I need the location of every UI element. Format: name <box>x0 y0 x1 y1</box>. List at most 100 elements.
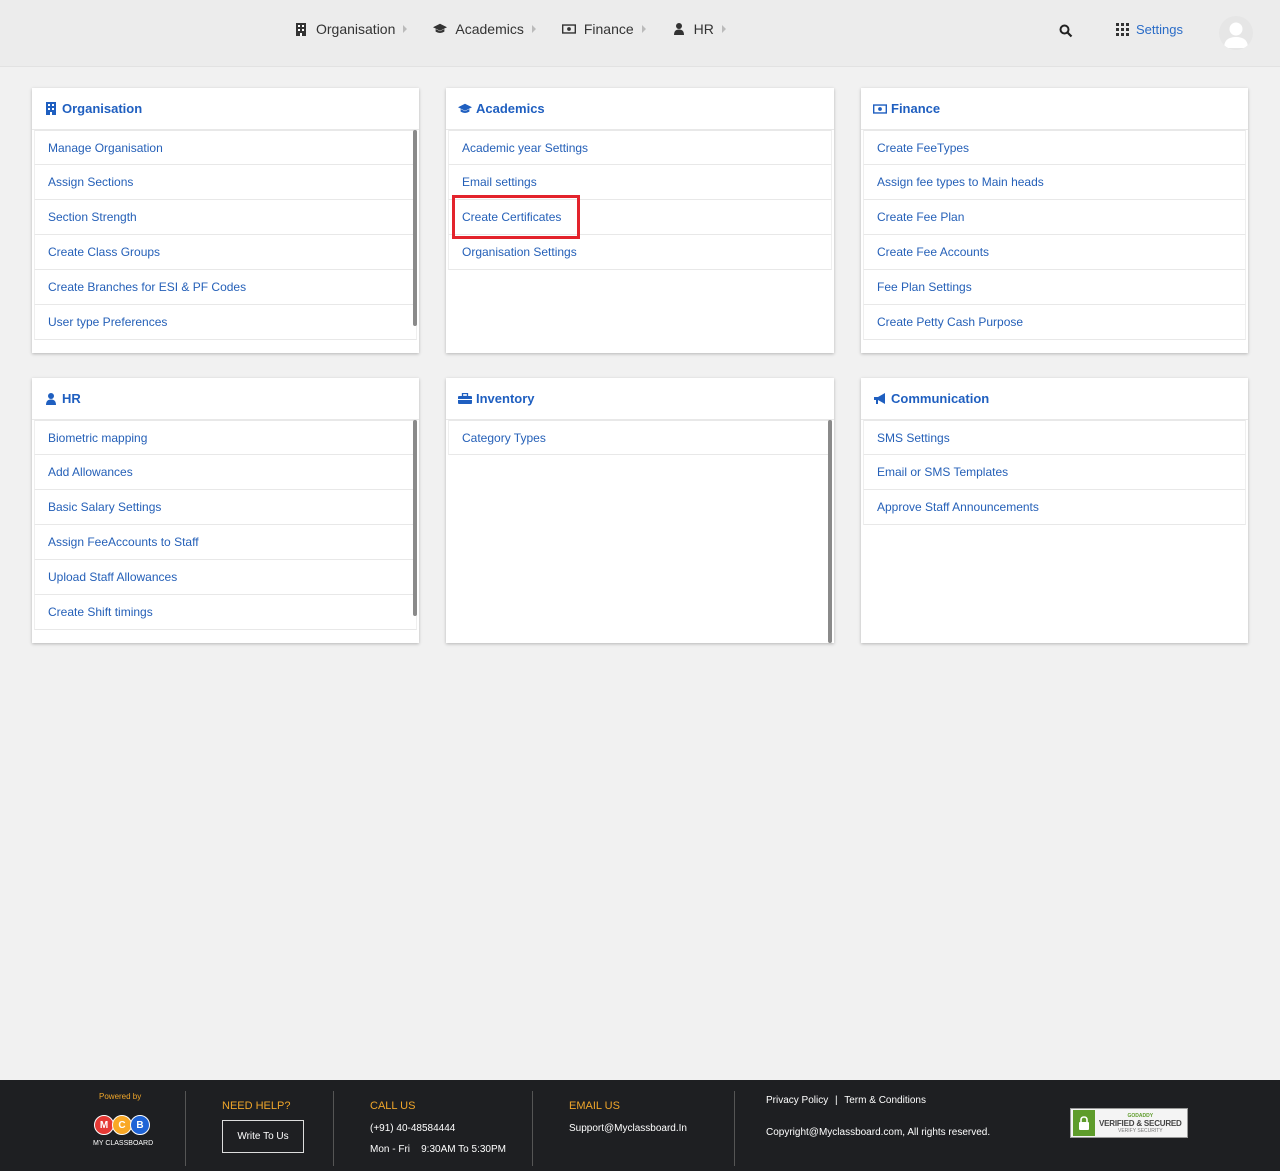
link-approve-staff-announcements[interactable]: Approve Staff Announcements <box>863 490 1246 525</box>
caret-right-icon <box>403 25 408 33</box>
link-add-allowances[interactable]: Add Allowances <box>34 455 417 490</box>
card-title: Finance <box>891 101 941 116</box>
caret-right-icon <box>531 25 536 33</box>
powered-by-label: Powered by <box>99 1092 142 1101</box>
card-organisation: Organisation Manage Organisation Assign … <box>32 88 419 353</box>
logo-letter: C <box>112 1115 132 1135</box>
nav-hr-label: HR <box>693 21 714 37</box>
card-title: Inventory <box>476 391 535 406</box>
link-create-certificates[interactable]: Create Certificates <box>448 200 832 235</box>
nav-finance-label: Finance <box>583 21 634 37</box>
badge-line-2: VERIFIED & SECURED <box>1099 1118 1182 1128</box>
link-assign-feeaccounts-to-staff[interactable]: Assign FeeAccounts to Staff <box>34 525 417 560</box>
link-fee-plan-settings[interactable]: Fee Plan Settings <box>863 270 1246 305</box>
link-section-strength[interactable]: Section Strength <box>34 200 417 235</box>
card-title: Communication <box>891 391 990 406</box>
mcb-logo: M C B <box>94 1115 150 1135</box>
card-organisation-body: Manage Organisation Assign Sections Sect… <box>32 130 419 353</box>
link-basic-salary-settings[interactable]: Basic Salary Settings <box>34 490 417 525</box>
scrollbar[interactable] <box>828 420 832 643</box>
card-hr-body: Biometric mapping Add Allowances Basic S… <box>32 420 419 643</box>
card-title: Organisation <box>62 101 143 116</box>
card-inventory-header: Inventory <box>446 378 834 420</box>
avatar[interactable] <box>1219 16 1253 50</box>
link-create-branches[interactable]: Create Branches for ESI & PF Codes <box>34 270 417 305</box>
graduation-cap-icon <box>458 102 472 116</box>
building-icon <box>294 22 308 36</box>
footer-links: Privacy Policy | Term & Conditions <box>766 1095 926 1106</box>
nav-organisation-label: Organisation <box>316 21 396 37</box>
top-bar: Organisation Academics Finance HR Settin… <box>0 0 1280 67</box>
link-sms-settings[interactable]: SMS Settings <box>863 420 1246 455</box>
write-to-us-button[interactable]: Write To Us <box>222 1120 304 1153</box>
card-communication: Communication SMS Settings Email or SMS … <box>861 378 1248 643</box>
user-icon <box>672 22 686 36</box>
support-email-link[interactable]: Support@Myclassboard.In <box>569 1123 687 1134</box>
link-create-petty-cash-purpose[interactable]: Create Petty Cash Purpose <box>863 305 1246 340</box>
divider <box>532 1091 533 1166</box>
nav-academics[interactable]: Academics <box>429 0 536 58</box>
settings-label: Settings <box>1136 22 1183 37</box>
briefcase-icon <box>458 392 472 406</box>
card-hr: HR Biometric mapping Add Allowances Basi… <box>32 378 419 643</box>
badge-line-3: VERIFY SECURITY <box>1118 1127 1163 1134</box>
card-organisation-header: Organisation <box>32 88 419 130</box>
link-upload-staff-allowances[interactable]: Upload Staff Allowances <box>34 560 417 595</box>
nav-finance[interactable]: Finance <box>558 0 646 58</box>
need-help-heading: NEED HELP? <box>222 1100 291 1112</box>
email-us-heading: EMAIL US <box>569 1100 620 1112</box>
link-organisation-settings[interactable]: Organisation Settings <box>448 235 832 270</box>
link-biometric-mapping[interactable]: Biometric mapping <box>34 420 417 455</box>
building-icon <box>44 102 58 116</box>
logo-letter: B <box>130 1115 150 1135</box>
link-create-feetypes[interactable]: Create FeeTypes <box>863 130 1246 165</box>
link-manage-organisation[interactable]: Manage Organisation <box>34 130 417 165</box>
link-user-type-preferences[interactable]: User type Preferences <box>34 305 417 340</box>
card-inventory: Inventory Category Types <box>446 378 834 643</box>
footer: Powered by M C B MY CLASSBOARD NEED HELP… <box>0 1080 1280 1171</box>
nav-organisation[interactable]: Organisation <box>290 0 408 58</box>
card-communication-header: Communication <box>861 378 1248 420</box>
card-communication-body: SMS Settings Email or SMS Templates Appr… <box>861 420 1248 643</box>
card-finance-body: Create FeeTypes Assign fee types to Main… <box>861 130 1248 353</box>
card-finance: Finance Create FeeTypes Assign fee types… <box>861 88 1248 353</box>
lock-icon <box>1073 1110 1095 1136</box>
logo-letter: M <box>94 1115 114 1135</box>
link-academic-year-settings[interactable]: Academic year Settings <box>448 130 832 165</box>
card-hr-header: HR <box>32 378 419 420</box>
top-nav: Organisation Academics Finance HR <box>290 0 748 60</box>
link-assign-fee-types[interactable]: Assign fee types to Main heads <box>863 165 1246 200</box>
card-academics-body: Academic year Settings Email settings Cr… <box>446 130 834 353</box>
bullhorn-icon <box>873 392 887 406</box>
office-hours: Mon - Fri 9:30AM To 5:30PM <box>370 1144 506 1155</box>
user-icon <box>44 392 58 406</box>
link-email-settings[interactable]: Email settings <box>448 165 832 200</box>
privacy-policy-link[interactable]: Privacy Policy <box>766 1095 828 1106</box>
scrollbar[interactable] <box>413 420 417 616</box>
search-icon[interactable] <box>1059 24 1075 40</box>
link-create-fee-accounts[interactable]: Create Fee Accounts <box>863 235 1246 270</box>
link-create-fee-plan[interactable]: Create Fee Plan <box>863 200 1246 235</box>
card-title: Academics <box>476 101 545 116</box>
godaddy-security-badge[interactable]: GODADDY VERIFIED & SECURED VERIFY SECURI… <box>1070 1108 1188 1138</box>
nav-academics-label: Academics <box>455 21 524 37</box>
card-academics-header: Academics <box>446 88 834 130</box>
divider <box>333 1091 334 1166</box>
card-title: HR <box>62 391 81 406</box>
card-finance-header: Finance <box>861 88 1248 130</box>
link-assign-sections[interactable]: Assign Sections <box>34 165 417 200</box>
link-category-types[interactable]: Category Types <box>448 420 832 455</box>
money-icon <box>561 22 576 36</box>
link-email-sms-templates[interactable]: Email or SMS Templates <box>863 455 1246 490</box>
phone-number: (+91) 40-48584444 <box>370 1123 456 1134</box>
scrollbar[interactable] <box>413 130 417 326</box>
money-icon <box>873 102 887 116</box>
nav-hr[interactable]: HR <box>668 0 726 58</box>
copyright-text: Copyright@Myclassboard.com, All rights r… <box>766 1127 991 1138</box>
card-academics: Academics Academic year Settings Email s… <box>446 88 834 353</box>
link-create-class-groups[interactable]: Create Class Groups <box>34 235 417 270</box>
terms-link[interactable]: Term & Conditions <box>844 1095 926 1106</box>
link-separator: | <box>835 1095 838 1106</box>
settings-link[interactable]: Settings <box>1116 22 1183 37</box>
link-create-shift-timings[interactable]: Create Shift timings <box>34 595 417 630</box>
